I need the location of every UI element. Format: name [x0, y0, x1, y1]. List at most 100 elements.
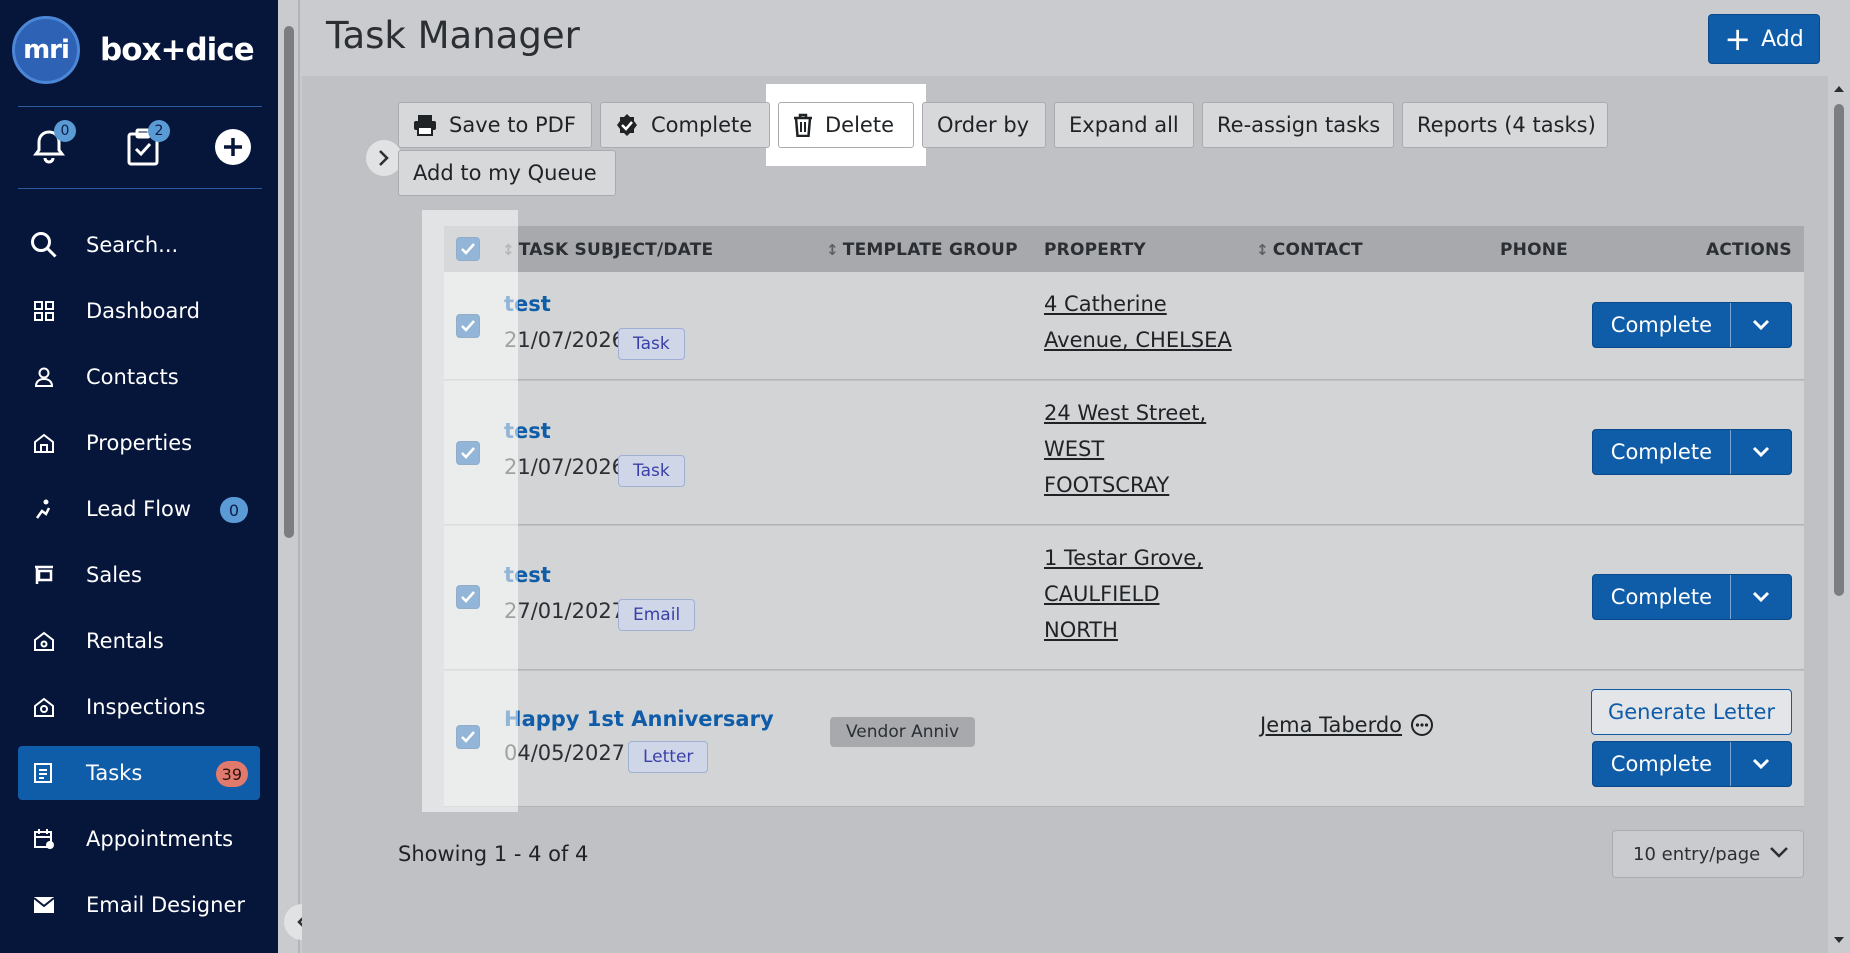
- pagination-summary: Showing 1 - 4 of 4: [398, 842, 589, 866]
- property-link[interactable]: 1 Testar Grove, CAULFIELD NORTH: [1044, 540, 1244, 648]
- task-subject-link[interactable]: test: [504, 292, 551, 316]
- table-row: test 21/07/2026 Task 4 Catherine Avenue,…: [444, 272, 1804, 380]
- task-type-tag: Email: [618, 599, 696, 631]
- sidebar-divider: [18, 106, 262, 107]
- row-actions-dropdown[interactable]: [1731, 575, 1791, 619]
- search-icon: [30, 231, 58, 259]
- row-complete-button[interactable]: Complete: [1593, 430, 1731, 474]
- complete-selected-button[interactable]: Complete: [600, 102, 770, 148]
- task-date: 27/01/2027: [504, 599, 626, 623]
- house-icon: [30, 429, 58, 457]
- rentals-icon: [30, 627, 58, 655]
- sidebar-search[interactable]: Search...: [18, 218, 260, 272]
- sidebar-scrollbar-thumb[interactable]: [284, 26, 294, 538]
- add-button[interactable]: + Add: [1708, 14, 1820, 64]
- row-checkbox[interactable]: [456, 314, 480, 338]
- main-scrollbar[interactable]: [1828, 76, 1850, 953]
- sidebar-item-appointments[interactable]: Appointments: [18, 812, 260, 866]
- delete-button[interactable]: Delete: [778, 102, 914, 148]
- email-icon: [30, 891, 58, 919]
- reassign-tasks-button[interactable]: Re-assign tasks: [1202, 102, 1394, 148]
- task-type-tag: Letter: [628, 741, 709, 773]
- notifications-button[interactable]: 0: [26, 120, 76, 170]
- sidebar-item-label: Inspections: [86, 695, 206, 719]
- sidebar-item-dashboard[interactable]: Dashboard: [18, 284, 260, 338]
- calendar-icon: [30, 825, 58, 853]
- add-to-queue-button[interactable]: Add to my Queue: [398, 150, 616, 196]
- task-type-tag: Task: [618, 455, 685, 487]
- save-to-pdf-button[interactable]: Save to PDF: [398, 102, 592, 148]
- task-subject-link[interactable]: Happy 1st Anniversary: [504, 707, 774, 731]
- contact-link[interactable]: Jema Taberdo: [1260, 713, 1434, 737]
- column-subject[interactable]: ↕ TASK SUBJECT/DATE: [502, 240, 713, 260]
- sidebar-item-label: Tasks: [86, 761, 143, 785]
- quick-add-button[interactable]: [210, 124, 256, 170]
- row-complete-button[interactable]: Complete: [1593, 575, 1731, 619]
- sidebar-search-label: Search...: [86, 233, 179, 257]
- row-complete-button[interactable]: Complete: [1593, 742, 1731, 786]
- sidebar-item-email-designer[interactable]: Email Designer: [18, 878, 260, 932]
- check-icon: [461, 320, 475, 332]
- task-subject-link[interactable]: test: [504, 563, 551, 587]
- sidebar-item-label: Lead Flow: [86, 497, 192, 521]
- sidebar-item-label: Contacts: [86, 365, 179, 389]
- task-subject-link[interactable]: test: [504, 419, 551, 443]
- brand[interactable]: mri box+dice: [12, 16, 255, 84]
- check-icon: [461, 243, 475, 255]
- lead-flow-icon: [30, 495, 58, 523]
- chevron-down-icon: [1752, 446, 1770, 458]
- table-row: test 21/07/2026 Task 24 West Street, WES…: [444, 381, 1804, 525]
- property-link[interactable]: 4 Catherine Avenue, CHELSEA: [1044, 286, 1244, 358]
- column-template-group[interactable]: ↕ TEMPLATE GROUP: [826, 240, 1018, 260]
- row-actions-dropdown[interactable]: [1731, 430, 1791, 474]
- more-options-icon[interactable]: [1410, 713, 1434, 737]
- chevron-right-icon: [379, 150, 389, 166]
- expand-all-button[interactable]: Expand all: [1054, 102, 1194, 148]
- generate-letter-button[interactable]: Generate Letter: [1590, 689, 1792, 735]
- row-checkbox[interactable]: [456, 725, 480, 749]
- row-actions-dropdown[interactable]: [1731, 303, 1791, 347]
- sidebar: mri box+dice 0 2 Search... Dashboard Con…: [0, 0, 278, 953]
- sidebar-item-inspections[interactable]: Inspections: [18, 680, 260, 734]
- reports-button[interactable]: Reports (4 tasks): [1402, 102, 1608, 148]
- quick-actions: 0 2: [26, 120, 266, 172]
- scroll-up-icon[interactable]: [1833, 84, 1845, 94]
- sort-icon: ↕: [826, 241, 839, 259]
- row-actions-dropdown[interactable]: [1731, 742, 1791, 786]
- person-icon: [30, 363, 58, 391]
- scroll-down-icon[interactable]: [1833, 935, 1845, 945]
- row-checkbox[interactable]: [456, 441, 480, 465]
- column-contact[interactable]: ↕ CONTACT: [1256, 240, 1363, 260]
- sidebar-item-rentals[interactable]: Rentals: [18, 614, 260, 668]
- sidebar-item-label: Sales: [86, 563, 142, 587]
- sidebar-item-sales[interactable]: Sales: [18, 548, 260, 602]
- brand-name: box+dice: [100, 32, 255, 68]
- order-by-button[interactable]: Order by: [922, 102, 1046, 148]
- chevron-down-icon: [1752, 319, 1770, 331]
- checkbox[interactable]: [456, 237, 480, 261]
- table-row: Happy 1st Anniversary 04/05/2027 Letter …: [444, 671, 1804, 807]
- check-icon: [461, 447, 475, 459]
- printer-icon: [413, 114, 437, 136]
- sidebar-item-contacts[interactable]: Contacts: [18, 350, 260, 404]
- row-complete-button[interactable]: Complete: [1593, 303, 1731, 347]
- sidebar-item-properties[interactable]: Properties: [18, 416, 260, 470]
- sort-icon: ↕: [502, 241, 515, 259]
- task-date: 21/07/2026: [504, 455, 626, 479]
- row-complete-split-button: Complete: [1591, 429, 1792, 475]
- table-row: test 27/01/2027 Email 1 Testar Grove, CA…: [444, 526, 1804, 670]
- page-header: Task Manager + Add: [302, 0, 1850, 76]
- column-property: PROPERTY: [1044, 240, 1146, 260]
- select-all-checkbox[interactable]: [456, 237, 480, 261]
- my-tasks-button[interactable]: 2: [120, 120, 170, 170]
- row-complete-split-button: Complete: [1591, 741, 1792, 787]
- row-complete-split-button: Complete: [1591, 574, 1792, 620]
- property-link[interactable]: 24 West Street, WEST FOOTSCRAY: [1044, 395, 1244, 503]
- sidebar-item-lead-flow[interactable]: Lead Flow 0: [18, 482, 260, 536]
- sidebar-item-tasks[interactable]: Tasks 39: [18, 746, 260, 800]
- page-size-select[interactable]: 10 entry/page: [1612, 830, 1804, 878]
- main-scrollbar-thumb[interactable]: [1834, 104, 1844, 596]
- row-checkbox[interactable]: [456, 585, 480, 609]
- sidebar-scrollbar[interactable]: [278, 0, 300, 953]
- expand-filters-button[interactable]: [366, 140, 402, 176]
